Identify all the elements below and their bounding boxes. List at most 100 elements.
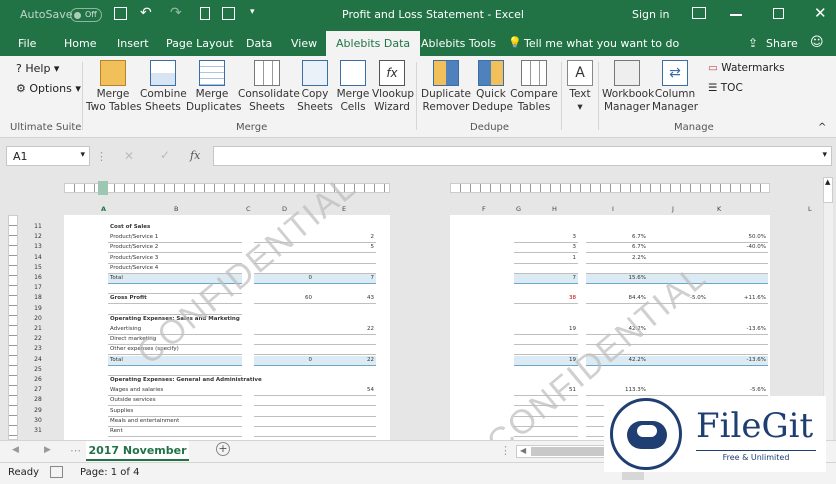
new-file-icon[interactable] [200,7,210,20]
combine-sheets-button[interactable]: Combine Sheets [140,60,187,114]
table-cell[interactable]: Product/Service 1 [108,233,242,244]
tab-view[interactable]: View [291,37,317,50]
table-cell[interactable]: 38 [514,294,578,305]
vertical-scrollbar-top[interactable]: ▲ [823,177,833,203]
row-number[interactable]: 29 [28,407,48,414]
table-cell[interactable]: -13.6% [708,325,768,335]
name-box[interactable]: A1 ▾ [6,146,90,166]
close-icon[interactable]: ✕ [814,4,827,22]
table-cell[interactable] [648,386,708,397]
table-cell[interactable]: 1 [514,254,578,264]
table-cell[interactable] [314,396,376,407]
table-cell[interactable]: Meals and entertainment [108,417,242,427]
table-cell[interactable]: 2 [314,233,376,244]
table-cell[interactable] [314,417,376,427]
tell-me-box[interactable]: Tell me what you want to do [524,37,679,50]
ribbon-display-icon[interactable] [692,7,706,19]
add-sheet-icon[interactable]: + [216,442,230,456]
options-button[interactable]: ⚙ Options ▾ [16,82,81,95]
table-cell[interactable] [648,335,708,346]
tab-split-icon[interactable]: ⋮ [500,444,511,457]
row-number[interactable]: 14 [28,254,48,261]
table-cell[interactable]: 22 [314,325,376,335]
tab-file[interactable]: File [18,37,36,50]
table-cell[interactable] [254,417,314,427]
tab-data[interactable]: Data [246,37,272,50]
row-number[interactable]: 13 [28,243,48,250]
duplicate-remover-button[interactable]: Duplicate Remover [420,60,472,114]
table-cell[interactable]: +11.6% [708,294,768,305]
customize-toolbar-icon[interactable]: ▾ [250,7,255,17]
autosave-toggle[interactable]: Off [70,8,102,22]
row-number[interactable]: 30 [28,417,48,424]
merge-duplicates-button[interactable]: Merge Duplicates [186,60,242,114]
table-cell[interactable] [254,407,314,417]
table-cell[interactable] [648,243,708,254]
tab-ablebits-data[interactable]: Ablebits Data [326,31,421,56]
table-cell[interactable] [314,254,376,264]
compare-tables-button[interactable]: Compare Tables [510,60,558,114]
table-cell[interactable]: Wages and salaries [108,386,242,397]
row-number[interactable]: 12 [28,233,48,240]
sheet-tab-2017-november[interactable]: 2017 November [86,441,189,461]
table-cell[interactable]: Total [108,355,242,366]
row-number[interactable]: 28 [28,396,48,403]
table-cell[interactable]: 50.0% [708,233,768,244]
table-cell[interactable] [514,335,578,346]
collapse-ribbon-icon[interactable]: ^ [818,122,826,133]
tab-home[interactable]: Home [64,37,96,50]
table-cell[interactable] [708,274,768,284]
share-button[interactable]: Share [766,37,798,50]
table-cell[interactable]: Outside services [108,396,242,407]
table-cell[interactable] [254,427,314,437]
table-cell[interactable] [314,345,376,356]
table-cell[interactable] [648,233,708,244]
table-cell[interactable]: 5 [314,243,376,254]
table-cell[interactable]: -13.6% [708,355,768,366]
undo-icon[interactable]: ↶ [140,5,152,21]
toc-button[interactable]: ☰ TOC [708,82,743,94]
table-cell[interactable] [254,396,314,407]
table-cell[interactable]: 7 [514,274,578,284]
table-cell[interactable] [708,264,768,274]
row-number[interactable]: 15 [28,264,48,271]
copy-sheets-button[interactable]: Copy Sheets [296,60,334,114]
help-button[interactable]: ? Help ▾ [16,62,59,75]
table-cell[interactable] [586,264,648,274]
row-number[interactable]: 21 [28,325,48,332]
row-number[interactable]: 11 [28,223,48,230]
table-cell[interactable]: Supplies [108,407,242,417]
table-cell[interactable]: Product/Service 3 [108,254,242,264]
table-cell[interactable]: 22 [314,355,376,366]
minimize-icon[interactable] [730,14,742,16]
merge-two-tables-button[interactable]: Merge Two Tables [86,60,142,114]
table-cell[interactable]: 15.6% [586,274,648,284]
watermarks-button[interactable]: ▭ Watermarks [708,62,785,74]
table-cell[interactable] [648,355,708,366]
table-cell[interactable] [514,264,578,274]
ruler-margin-marker[interactable] [98,181,108,195]
table-cell[interactable]: Product/Service 2 [108,243,242,254]
redo-icon[interactable]: ↷ [170,5,182,21]
table-cell[interactable]: Cost of Sales [108,223,242,233]
table-cell[interactable]: Operating Expenses: General and Administ… [108,376,262,386]
table-cell[interactable]: 54 [314,386,376,397]
tab-page-layout[interactable]: Page Layout [166,37,234,50]
cancel-icon[interactable]: ✕ [124,149,134,163]
table-cell[interactable] [648,254,708,264]
table-cell[interactable] [314,264,376,274]
table-cell[interactable]: 7 [314,274,376,284]
table-cell[interactable]: -40.0% [708,243,768,254]
row-number[interactable]: 20 [28,315,48,322]
row-number[interactable]: 24 [28,356,48,363]
row-number[interactable]: 16 [28,274,48,281]
table-cell[interactable] [254,335,314,346]
table-cell[interactable] [314,427,376,437]
table-cell[interactable] [314,335,376,346]
table-cell[interactable] [708,335,768,346]
table-cell[interactable]: 6.7% [586,243,648,254]
smiley-icon[interactable]: ☺ [810,35,824,50]
row-number[interactable]: 23 [28,345,48,352]
row-number[interactable]: 22 [28,335,48,342]
consolidate-sheets-button[interactable]: Consolidate Sheets [238,60,300,114]
